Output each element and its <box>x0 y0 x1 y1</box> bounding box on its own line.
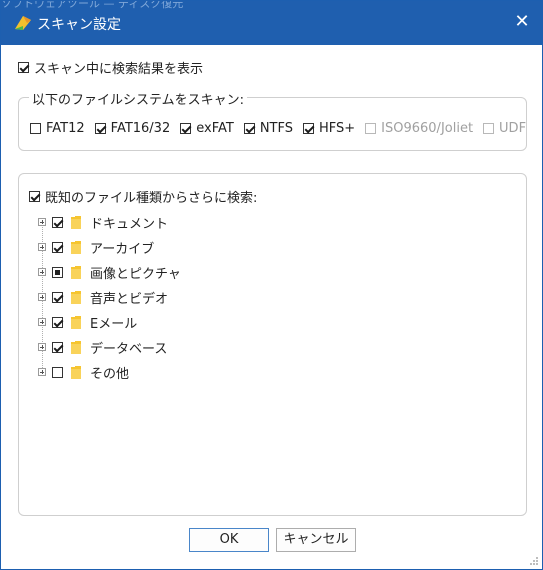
expand-icon[interactable] <box>38 293 46 301</box>
filesystem-checkbox[interactable] <box>94 123 106 134</box>
filesystem-option[interactable]: exFAT <box>180 121 234 136</box>
expand-icon[interactable] <box>38 268 46 276</box>
tree-item[interactable]: ドキュメント <box>38 212 168 232</box>
filesystem-list: FAT12 FAT16/32 exFAT NTFS HFS+ ISO9660/Joliet… <box>30 121 536 136</box>
expand-icon[interactable] <box>38 368 46 376</box>
filesystem-group-title: 以下のファイルシステムをスキャン: <box>29 89 247 108</box>
expand-icon[interactable] <box>38 318 46 326</box>
folder-icon <box>71 265 81 279</box>
tree-item-checkbox[interactable] <box>52 241 63 253</box>
filesystem-option[interactable]: HFS+ <box>302 121 356 136</box>
show-results-option[interactable]: スキャン中に検索結果を表示 <box>18 58 203 77</box>
folder-icon <box>71 290 81 304</box>
known-types-group: 既知のファイル種類からさらに検索: ドキュメント アーカイブ画像とピクチャ 音声とビ… <box>18 173 527 516</box>
show-results-label: スキャン中に検索結果を表示 <box>34 62 204 77</box>
filesystem-group: 以下のファイルシステムをスキャン: FAT12 FAT16/32 exFAT NTFS… <box>18 89 527 151</box>
expand-icon[interactable] <box>38 218 46 226</box>
filesystem-option: ISO9660/Joliet <box>365 121 473 136</box>
tree-item[interactable]: 音声とビデオ <box>38 287 168 307</box>
tree-item-label: その他 <box>90 366 130 382</box>
tree-item[interactable]: その他 <box>38 362 129 382</box>
filesystem-checkbox <box>483 123 495 134</box>
tree-item-label: Eメール <box>90 316 138 332</box>
cancel-button[interactable]: キャンセル <box>276 528 356 552</box>
tree-item-label: アーカイブ <box>90 241 155 257</box>
app-logo-icon <box>15 16 31 30</box>
filesystem-checkbox <box>365 123 377 134</box>
close-icon[interactable]: ✕ <box>512 12 532 32</box>
ok-button[interactable]: OK <box>189 528 269 552</box>
tree-item[interactable]: アーカイブ <box>38 237 154 257</box>
filesystem-option: UDF <box>483 121 526 136</box>
tree-item-label: ドキュメント <box>90 216 169 232</box>
folder-icon <box>71 240 81 254</box>
filesystem-label: exFAT <box>196 121 234 136</box>
filesystem-checkbox[interactable] <box>302 123 314 134</box>
tree-item-checkbox[interactable] <box>52 266 63 278</box>
tree-item[interactable]: データベース <box>38 337 167 357</box>
title-bar[interactable]: ソフトウェアツール — ディスク復元 スキャン設定 ✕ <box>1 1 542 45</box>
filesystem-label: UDF <box>499 121 527 136</box>
filesystem-option[interactable]: NTFS <box>243 121 293 136</box>
tree-item-label: 音声とビデオ <box>90 291 169 307</box>
tree-item-label: 画像とピクチャ <box>90 266 181 282</box>
tree-item-checkbox[interactable] <box>52 316 63 328</box>
tree-item-checkbox[interactable] <box>52 341 63 353</box>
filesystem-option[interactable]: FAT16/32 <box>94 121 171 136</box>
tree-item-label: データベース <box>90 341 168 357</box>
expand-icon[interactable] <box>38 343 46 351</box>
tree-item[interactable]: 画像とピクチャ <box>38 262 181 282</box>
filesystem-checkbox[interactable] <box>180 123 192 134</box>
folder-icon <box>71 340 81 354</box>
known-types-title: 既知のファイル種類からさらに検索: <box>45 191 258 206</box>
tree-item-checkbox[interactable] <box>52 366 63 378</box>
expand-icon[interactable] <box>38 243 46 251</box>
tree-item[interactable]: Eメール <box>38 312 137 332</box>
filesystem-checkbox[interactable] <box>30 123 41 134</box>
show-results-checkbox[interactable] <box>18 62 29 73</box>
known-types-option[interactable]: 既知のファイル種類からさらに検索: <box>29 187 257 206</box>
filesystem-label: NTFS <box>259 121 293 136</box>
filesystem-label: HFS+ <box>318 121 356 136</box>
filesystem-option[interactable]: FAT12 <box>30 121 85 136</box>
dialog-title: スキャン設定 <box>37 17 121 33</box>
scan-settings-dialog: ソフトウェアツール — ディスク復元 スキャン設定 ✕ スキャン中に検索結果を表… <box>0 0 543 570</box>
background-window-title: ソフトウェアツール — ディスク復元 <box>1 1 184 10</box>
filesystem-label: FAT12 <box>46 121 85 136</box>
filesystem-label: FAT16/32 <box>110 121 171 136</box>
folder-icon <box>71 315 81 329</box>
filesystem-checkbox[interactable] <box>243 123 255 134</box>
tree-item-checkbox[interactable] <box>52 291 63 303</box>
folder-icon <box>71 365 81 379</box>
known-types-checkbox[interactable] <box>29 191 40 202</box>
tree-item-checkbox[interactable] <box>52 216 63 228</box>
resize-grip-icon[interactable] <box>529 556 539 566</box>
filesystem-label: ISO9660/Joliet <box>381 121 474 136</box>
folder-icon <box>71 215 81 229</box>
